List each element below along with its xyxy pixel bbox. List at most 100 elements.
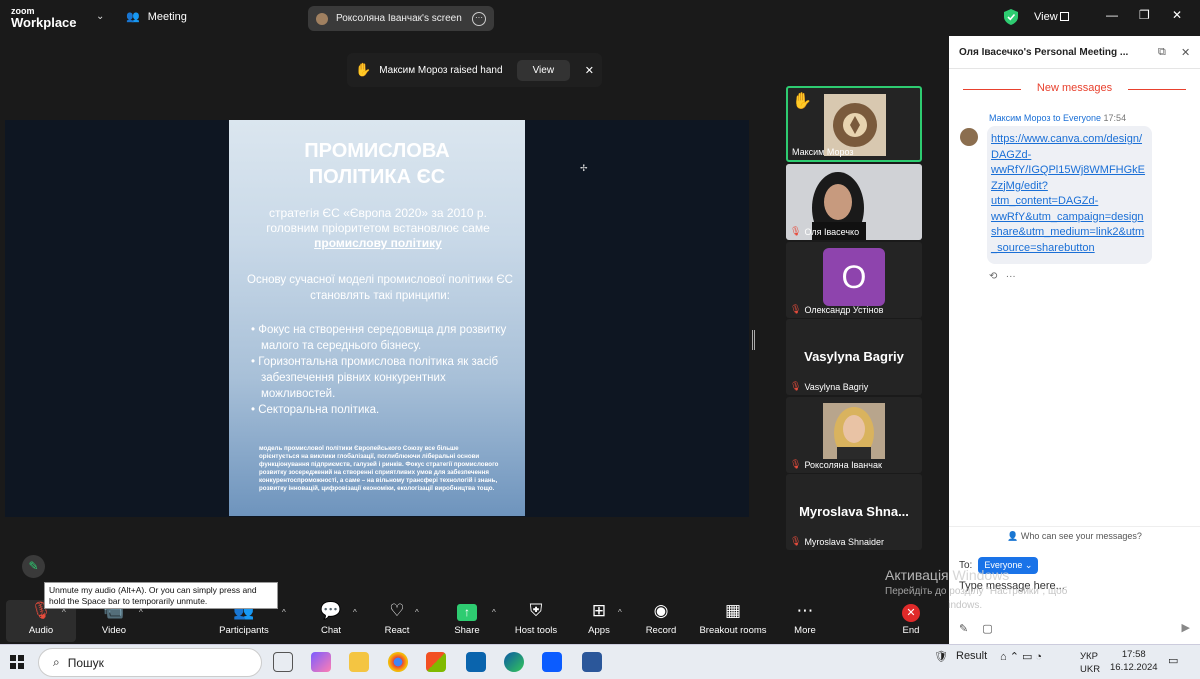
chevron-down-icon[interactable]: ⌄ (96, 11, 104, 22)
react-options-caret-icon[interactable]: ^ (415, 608, 419, 617)
windows-taskbar: ⌕ Пошук 🛡 Result ⌂ ⌃ ▭ ◔ УКР UKR 17:58 1… (0, 644, 1200, 679)
word-icon[interactable] (582, 652, 602, 672)
close-window-icon[interactable]: ✕ (1172, 8, 1182, 22)
windows-start-icon[interactable] (10, 655, 24, 669)
audio-label: Audio (28, 625, 54, 636)
participant-tile[interactable]: O 🎙 Олександр Устінов (786, 242, 922, 318)
new-messages-divider: New messages (949, 82, 1200, 94)
share-options-caret-icon[interactable]: ^ (492, 608, 496, 617)
end-button[interactable]: ✕ End (876, 600, 946, 636)
format-icon[interactable]: ✎ (959, 622, 968, 635)
react-button[interactable]: ♡ React (362, 600, 432, 636)
reply-icon[interactable]: ⟲ (989, 271, 997, 282)
outlook-icon[interactable] (466, 652, 486, 672)
task-view-icon[interactable] (273, 652, 293, 672)
taskbar-search[interactable]: ⌕ Пошук (38, 648, 262, 677)
record-button[interactable]: ◉ Record (626, 600, 696, 636)
people-icon: 👤 (1007, 531, 1019, 541)
maximize-icon[interactable]: ❐ (1139, 8, 1150, 22)
participant-tile[interactable]: 🎙 Оля Івасечко (786, 164, 922, 240)
copilot-icon[interactable] (311, 652, 331, 672)
minimize-icon[interactable]: — (1106, 8, 1118, 22)
heart-icon: ♡ (389, 601, 405, 620)
end-call-icon: ✕ (876, 600, 946, 622)
slide-subtitle-text: стратегія ЄС «Європа 2020» за 2010 р. го… (266, 206, 490, 235)
participants-label: Participants (219, 625, 269, 636)
share-button[interactable]: ↑ Share (432, 600, 502, 636)
slide-footnote: модель промислової політики Європейськог… (259, 445, 499, 492)
participant-display-name: Myroslava Shna... (799, 504, 909, 519)
slide-subtitle: стратегія ЄС «Європа 2020» за 2010 р. го… (243, 206, 513, 251)
host-tools-button[interactable]: ⛨ Host tools (501, 600, 571, 636)
language-line1: УКР (1080, 651, 1098, 662)
audio-options-caret-icon[interactable]: ^ (62, 608, 66, 617)
raised-hand-banner: ✋ Максим Мороз raised hand View ✕ (347, 53, 602, 87)
participant-name-text: Vasylyna Bagriy (804, 381, 869, 392)
notifications-icon[interactable]: ▭ (1168, 654, 1178, 667)
file-explorer-icon[interactable] (349, 652, 369, 672)
participants-options-caret-icon[interactable]: ^ (282, 608, 286, 617)
close-icon[interactable]: ✕ (1181, 46, 1190, 59)
edge-icon[interactable] (504, 652, 524, 672)
participant-name-text: Роксоляна Іванчак (804, 459, 882, 470)
record-label: Record (645, 625, 677, 636)
message-time: 17:54 (1103, 113, 1127, 123)
store-icon[interactable] (426, 652, 446, 672)
chat-label: Chat (320, 625, 342, 636)
breakout-rooms-icon: ▦ (724, 601, 742, 620)
tray-icons[interactable]: ⌂ ⌃ ▭ ◔ (1000, 650, 1042, 663)
presentation-slide: ПРОМИСЛОВА ПОЛІТИКА ЄС стратегія ЄС «Євр… (229, 120, 525, 516)
participant-tile[interactable]: 🎙 Роксоляна Іванчак (786, 397, 922, 473)
end-label: End (902, 625, 920, 636)
avatar (316, 12, 328, 25)
weather-icon[interactable]: 🛡 (934, 650, 948, 663)
chat-options-caret-icon[interactable]: ^ (353, 608, 357, 617)
grid-view-icon[interactable] (1060, 12, 1069, 21)
chat-button[interactable]: 💬 Chat (296, 600, 366, 636)
security-shield-icon[interactable] (1004, 9, 1018, 25)
who-can-see-text: Who can see your messages? (1020, 531, 1142, 541)
mouse-cursor-icon: ✢ (580, 163, 588, 173)
apps-button[interactable]: ⊞ Apps (564, 600, 634, 636)
zoom-logo[interactable]: zoom Workplace (11, 6, 77, 29)
language-indicator[interactable]: УКР UKR (1080, 650, 1100, 676)
banner-view-button[interactable]: View (516, 59, 571, 81)
video-options-caret-icon[interactable]: ^ (139, 608, 143, 617)
send-icon[interactable]: ▶ (1182, 621, 1190, 634)
view-button[interactable]: View (1034, 11, 1058, 23)
participant-tile[interactable]: ✋ Максим Мороз (786, 86, 922, 162)
who-can-see-link[interactable]: 👤 Who can see your messages? (949, 526, 1200, 542)
raised-hand-icon: ✋ (355, 62, 372, 77)
participant-name-text: Оля Івасечко (804, 226, 860, 237)
breakout-rooms-button[interactable]: ▦ Breakout rooms (693, 600, 773, 636)
participant-name: Максим Мороз (792, 147, 854, 157)
popout-icon[interactable]: ⧉ (1158, 46, 1166, 59)
more-options-icon[interactable]: ··· (472, 11, 486, 26)
more-button[interactable]: ⋯ More (770, 600, 840, 636)
apps-label: Apps (588, 625, 610, 636)
apps-options-caret-icon[interactable]: ^ (618, 608, 622, 617)
participant-tile[interactable]: Vasylyna Bagriy 🎙 Vasylyna Bagriy (786, 319, 922, 395)
meeting-label: Meeting (147, 10, 187, 23)
avatar: O (823, 248, 885, 306)
windows-activation-title: Активація Windows (885, 567, 1010, 583)
message-link[interactable]: https://www.canva.com/design/DAGZd-wwRfY… (987, 126, 1152, 264)
participant-tile[interactable]: Myroslava Shna... 🎙 Myroslava Shnaider (786, 474, 922, 550)
zoom-taskbar-icon[interactable] (542, 652, 562, 672)
chrome-icon[interactable] (388, 652, 408, 672)
annotate-pen-icon[interactable]: ✎ (22, 555, 45, 578)
chat-panel: Оля Івасечко's Personal Meeting ... ⧉ ✕ … (949, 36, 1200, 644)
file-icon[interactable]: ▢ (982, 622, 992, 635)
more-options-icon[interactable]: ··· (1006, 271, 1016, 282)
message-sender[interactable]: Максим Мороз (989, 113, 1051, 123)
participants-group-icon: 👥 (126, 11, 140, 23)
meeting-menu-button[interactable]: 👥 Meeting (126, 10, 187, 24)
participant-name: 🎙 Роксоляна Іванчак (790, 459, 882, 470)
resize-handle[interactable] (752, 330, 755, 350)
close-icon[interactable]: ✕ (585, 64, 594, 77)
taskbar-clock[interactable]: 17:58 16.12.2024 (1110, 648, 1158, 674)
shield-icon: ⛨ (529, 601, 543, 620)
zoom-window: zoom Workplace ⌄ 👥 Meeting Роксоляна Іва… (0, 0, 1200, 679)
weather-text[interactable]: Result (956, 650, 987, 662)
screen-share-pill[interactable]: Роксоляна Іванчак's screen ··· (308, 6, 494, 31)
